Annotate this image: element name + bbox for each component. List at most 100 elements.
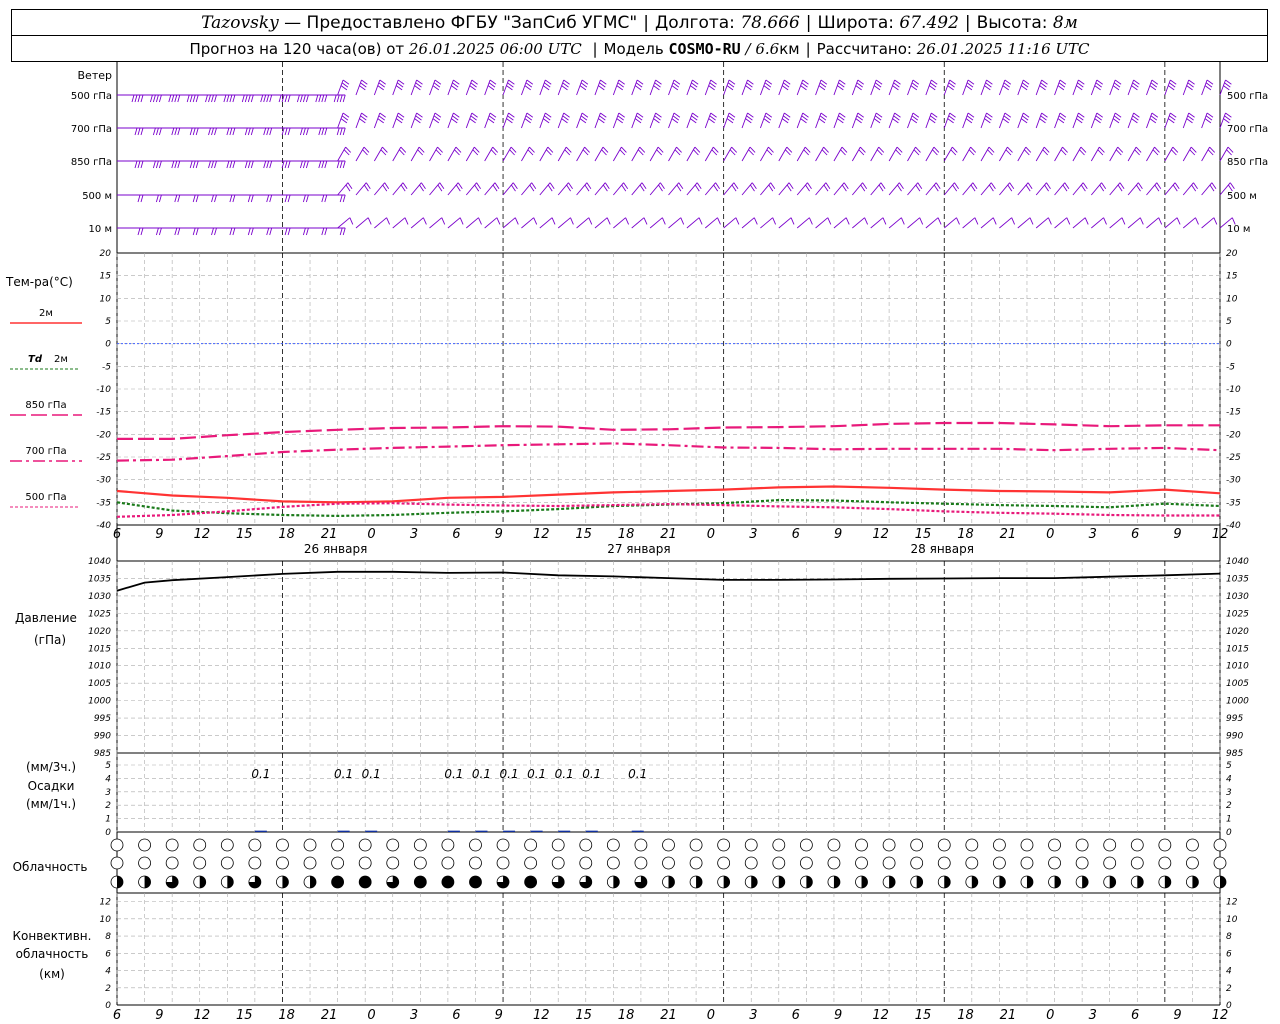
wind-barb-feather: [753, 217, 758, 225]
precip-bar: [585, 830, 598, 832]
wind-barb-staff: [888, 146, 898, 162]
wind-barb-staff: [888, 79, 896, 96]
temp-tick-left: -25: [96, 453, 111, 463]
wind-barb-feather: [379, 79, 386, 85]
wind-barb-feather: [433, 82, 441, 88]
precip-bar: [254, 830, 267, 832]
wind-barb-feather: [874, 82, 882, 88]
wind-barb-feather: [342, 160, 346, 169]
cloud-middle-symbol: [1213, 856, 1227, 870]
wind-barb-staff: [943, 146, 953, 162]
cloud-middle-symbol: [1103, 856, 1117, 870]
cloud-upper-symbol: [441, 838, 455, 852]
cloud-lower-fill: [331, 876, 344, 888]
cloud-upper-symbol: [358, 838, 372, 852]
wind-barb-staff: [833, 112, 840, 129]
wind-barb-feather: [919, 217, 924, 225]
pres-tick-right: 1010: [1226, 662, 1249, 672]
wind-barb-staff: [576, 79, 583, 96]
hour-tick-bottom: 3: [749, 1008, 757, 1023]
wind-barb-staff: [410, 182, 422, 196]
wind-barb-staff: [612, 146, 622, 162]
conv-tick-left: 6: [105, 949, 111, 959]
wind-barb-feather: [247, 127, 251, 136]
wind-barb-feather: [1076, 85, 1083, 91]
wind-barb-feather: [864, 217, 869, 225]
wind-barb-feather: [1004, 112, 1012, 118]
wind-barb-feather: [453, 112, 460, 118]
wind-barb-feather: [158, 94, 162, 103]
pres-tick-right: 1040: [1226, 557, 1249, 567]
wind-barb-feather: [751, 182, 757, 190]
wind-barb-feather: [278, 94, 282, 103]
wind-barb-feather: [229, 194, 233, 203]
wind-barb-feather: [476, 182, 481, 190]
wind-barb-feather: [189, 127, 193, 136]
wind-barb-feather: [441, 217, 446, 225]
wind-barb-feather: [912, 112, 920, 118]
wind-barb-feather: [965, 118, 973, 124]
precip-unit-3h: (мм/3ч.): [26, 760, 76, 774]
wind-barb-feather: [878, 184, 884, 192]
cloud-upper-symbol: [469, 838, 482, 852]
wind-barb-feather: [223, 94, 227, 103]
precip-bar: [530, 830, 543, 832]
wind-barb-staff: [1201, 217, 1215, 229]
temp-tick-left: -10: [96, 385, 111, 395]
pressure-unit: (гПа): [34, 633, 66, 647]
wind-barb-staff: [392, 79, 399, 96]
wind-barb-feather: [397, 112, 405, 118]
cloud-lower-fill: [441, 876, 454, 888]
wind-barb-feather: [654, 115, 661, 121]
cloud-upper-symbol: [551, 838, 565, 852]
wind-barb-feather: [214, 94, 217, 103]
wind-barb-feather: [324, 227, 328, 236]
wind-barb-feather: [784, 112, 791, 118]
wind-barb-feather: [586, 182, 592, 190]
wind-barb-feather: [437, 184, 443, 192]
wind-barb-feather: [232, 127, 236, 136]
wind-barb-staff: [1164, 112, 1171, 129]
prec-tick-left: 4: [105, 774, 111, 784]
wind-barb-staff: [557, 217, 571, 229]
conv-title-2: облачность: [16, 947, 89, 961]
wind-barb-staff: [870, 112, 877, 129]
wind-barb-feather: [339, 94, 343, 103]
legend-500-label: 500 гПа: [25, 492, 66, 503]
wind-barb-staff: [998, 79, 1006, 96]
temp-tick-right: -25: [1226, 453, 1241, 463]
legend-td-label: 2м: [54, 354, 68, 365]
wind-barb-staff: [741, 182, 753, 196]
wind-barb-feather: [602, 184, 608, 192]
wind-barb-feather: [696, 182, 702, 190]
wind-barb-feather: [544, 82, 551, 88]
wind-barb-feather: [266, 194, 270, 203]
cloud-lower-fill: [282, 876, 289, 888]
wind-barb-staff: [686, 146, 696, 162]
wind-barb-feather: [912, 79, 920, 85]
pres-tick-left: 985: [94, 749, 111, 759]
cloud-middle-symbol: [193, 856, 207, 870]
wind-barb-staff: [539, 217, 553, 229]
wind-barb-feather: [321, 127, 325, 136]
wind-barb-feather: [790, 217, 795, 225]
wind-barb-feather: [342, 112, 350, 118]
prec-tick-right: 1: [1226, 815, 1232, 825]
hour-tick-bottom: 6: [113, 1008, 121, 1023]
wind-barb-staff: [392, 146, 402, 162]
wind-barb-staff: [1072, 146, 1082, 162]
wind-barb-staff: [778, 112, 785, 129]
wind-barb-feather: [655, 112, 662, 118]
wind-barb-staff: [429, 217, 443, 229]
cloud-middle-symbol: [662, 856, 675, 870]
wind-barb-staff: [594, 79, 601, 96]
wind-barb-staff: [1164, 146, 1174, 162]
wind-barb-staff: [576, 112, 583, 129]
wind-barb-staff: [943, 217, 957, 229]
cloud-lower-fill: [1082, 876, 1089, 888]
wind-barb-feather: [189, 94, 193, 103]
hour-tick-top: 12: [533, 527, 550, 542]
hour-tick-bottom: 6: [792, 1008, 800, 1023]
hour-tick-top: 6: [113, 527, 121, 542]
hour-tick-top: 3: [1089, 527, 1097, 542]
